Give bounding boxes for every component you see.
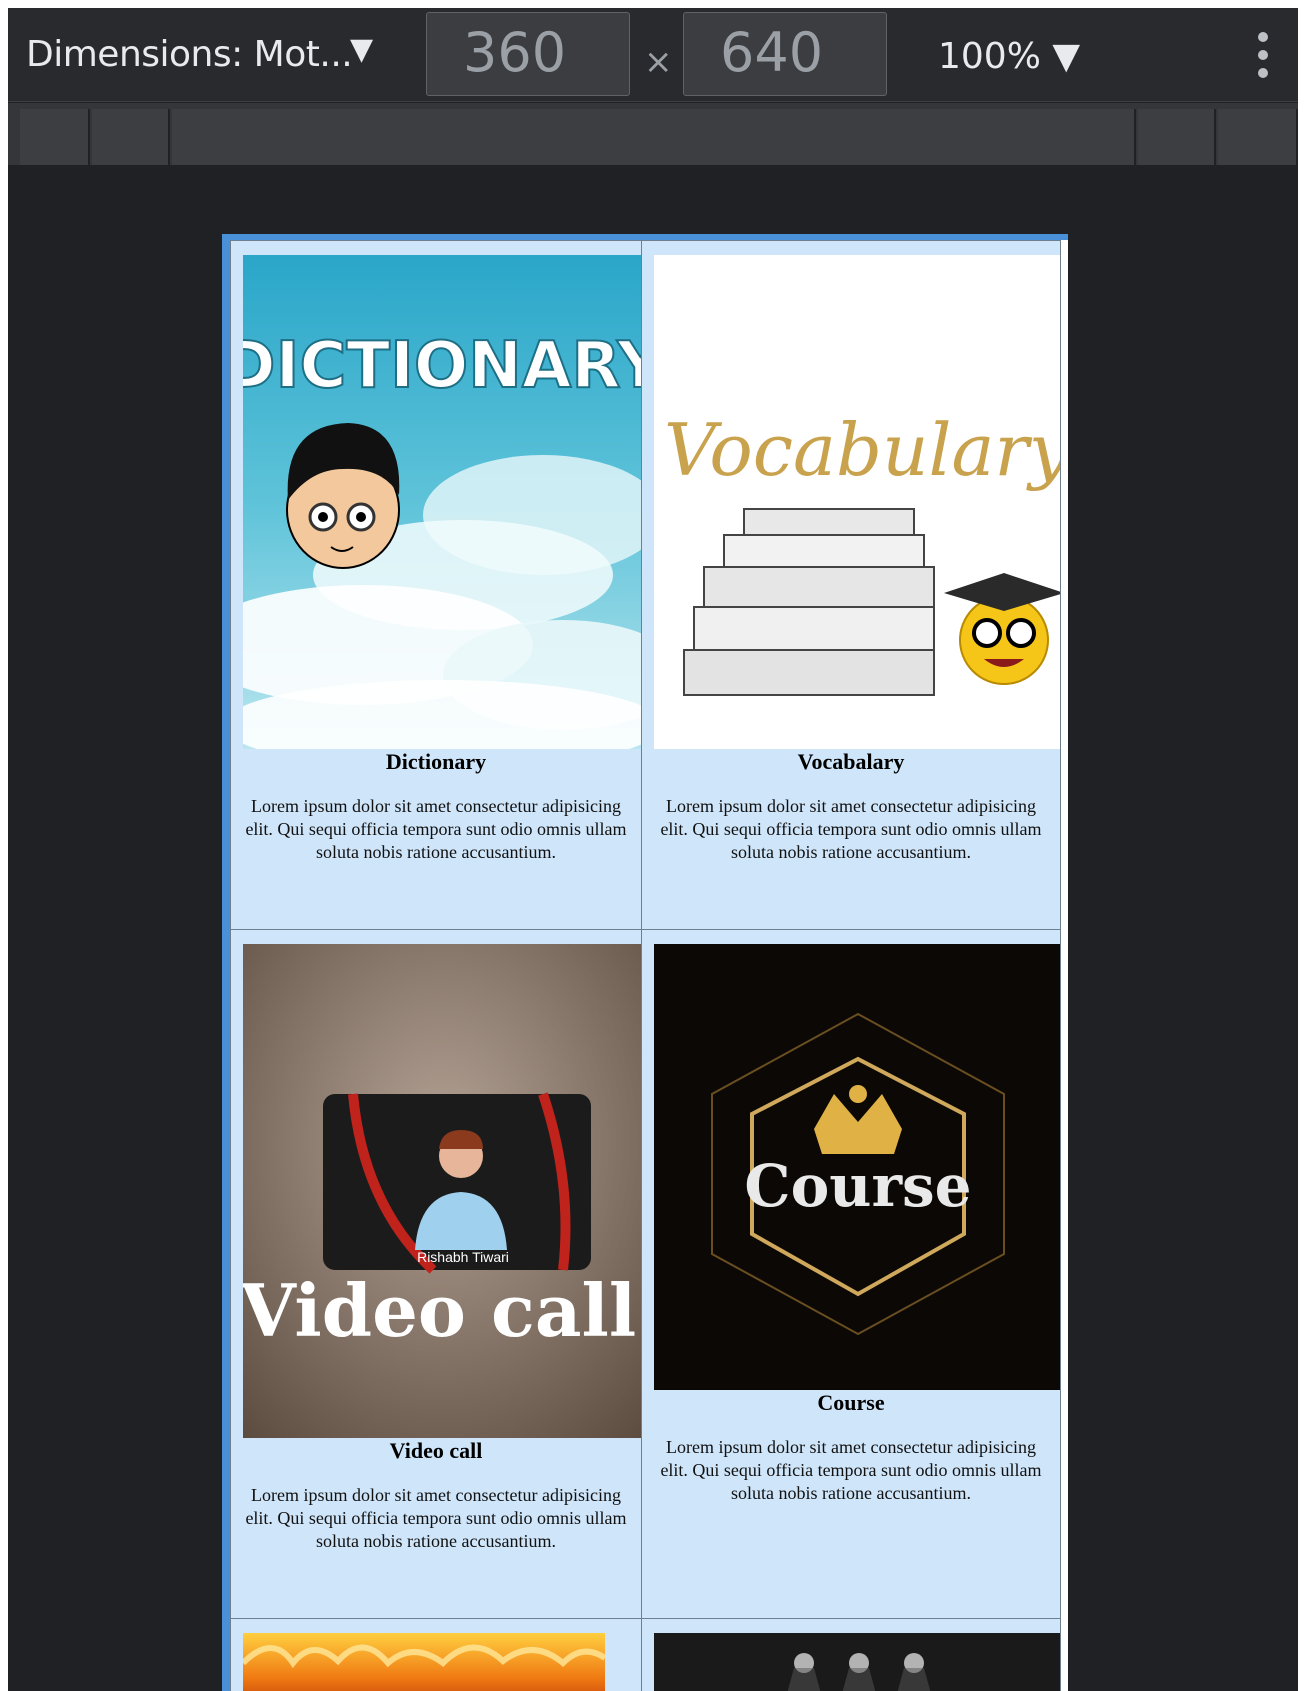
dictionary-image: DICTIONARY (243, 255, 642, 749)
card-partial-left[interactable] (230, 1618, 642, 1691)
dictionary-image-title: DICTIONARY (243, 329, 642, 403)
card-title: Video call (389, 1438, 483, 1463)
card-partial-right[interactable] (641, 1618, 1061, 1691)
vocabulary-image-title: Vocabulary (664, 408, 1061, 492)
card-description: Lorem ipsum dolor sit amet consectetur a… (245, 796, 627, 862)
video-call-image-title: Video call (243, 1268, 636, 1353)
media-query-segment[interactable] (92, 109, 170, 165)
height-input[interactable]: 640 (683, 12, 887, 96)
fire-image (243, 1633, 605, 1691)
video-call-image: Rishabh Tiwari Video call (243, 944, 641, 1438)
media-query-segment[interactable] (1138, 109, 1216, 165)
media-query-segment[interactable] (1218, 109, 1298, 165)
media-query-segment[interactable] (20, 109, 90, 165)
card-description: Lorem ipsum dolor sit amet consectetur a… (660, 1437, 1042, 1503)
vocabulary-image: Vocabulary (654, 255, 1061, 749)
card-course[interactable]: Course Course Lorem ipsum dolor sit amet… (641, 929, 1061, 1619)
media-query-segment[interactable] (172, 109, 1136, 165)
zoom-dropdown[interactable]: 100% ▼ (938, 36, 1080, 77)
card-description: Lorem ipsum dolor sit amet consectetur a… (660, 796, 1042, 862)
media-query-bar (8, 103, 1298, 165)
card-title: Dictionary (385, 749, 487, 774)
card-vocabalary[interactable]: Vocabulary Vocabalary Lorem ipsum dolor … (641, 240, 1061, 930)
device-toolbar: Dimensions: Mot... ▼ 360 × 640 100% ▼ (8, 8, 1298, 102)
course-image-title: Course (744, 1152, 971, 1220)
dimensions-dropdown[interactable]: Dimensions: Mot... (26, 34, 353, 75)
times-separator: × (644, 42, 673, 82)
card-dictionary[interactable]: DICTIONARY Dictionary Lorem ipsum dolor … (230, 240, 642, 930)
boy-face-icon (286, 423, 400, 569)
device-viewport: DICTIONARY Dictionary Lorem ipsum dolor … (222, 234, 1068, 1691)
width-input[interactable]: 360 (426, 12, 630, 96)
card-title: Vocabalary (797, 749, 905, 774)
dropdown-arrow-icon[interactable]: ▼ (350, 32, 373, 67)
card-description: Lorem ipsum dolor sit amet consectetur a… (245, 1485, 627, 1551)
spotlight-image (654, 1633, 1060, 1691)
course-image: Course (654, 944, 1060, 1390)
card-video-call[interactable]: Rishabh Tiwari Video call Video call Lor… (230, 929, 642, 1619)
card-title: Course (817, 1390, 885, 1415)
caller-name: Rishabh Tiwari (417, 1249, 509, 1265)
more-options-icon[interactable] (1256, 30, 1270, 80)
